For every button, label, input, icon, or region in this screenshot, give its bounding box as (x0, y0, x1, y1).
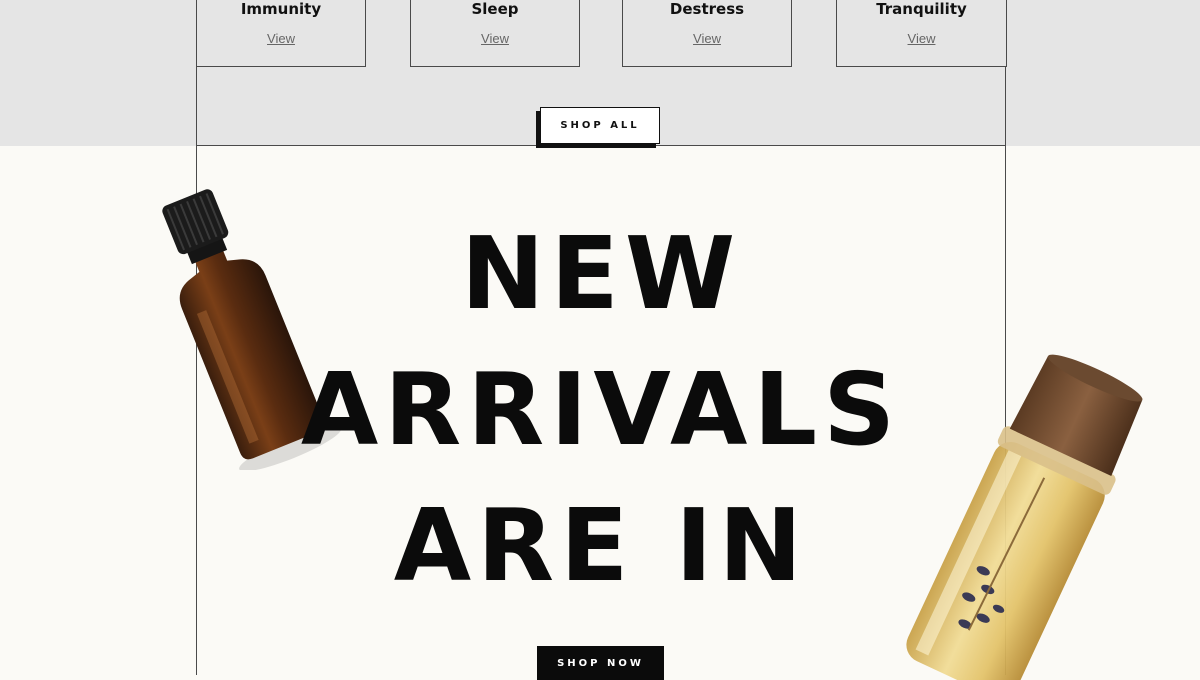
category-title: Immunity (240, 0, 322, 18)
category-title: Tranquility (876, 0, 967, 18)
category-card-destress: Destress View (622, 0, 792, 67)
frame-divider (196, 145, 1006, 146)
category-card-immunity: Immunity View (196, 0, 366, 67)
cork-vial-image (906, 354, 1143, 680)
shop-all-button[interactable]: SHOP ALL (540, 107, 660, 144)
category-view-link[interactable]: View (623, 31, 791, 46)
category-view-link[interactable]: View (411, 31, 579, 46)
headline-line-1: NEW (460, 215, 742, 332)
category-view-link[interactable]: View (837, 31, 1006, 46)
category-title: Sleep (471, 0, 519, 18)
category-title: Destress (669, 0, 745, 18)
category-card-sleep: Sleep View (410, 0, 580, 67)
category-card-tranquility: Tranquility View (836, 0, 1007, 67)
category-view-link[interactable]: View (197, 31, 365, 46)
